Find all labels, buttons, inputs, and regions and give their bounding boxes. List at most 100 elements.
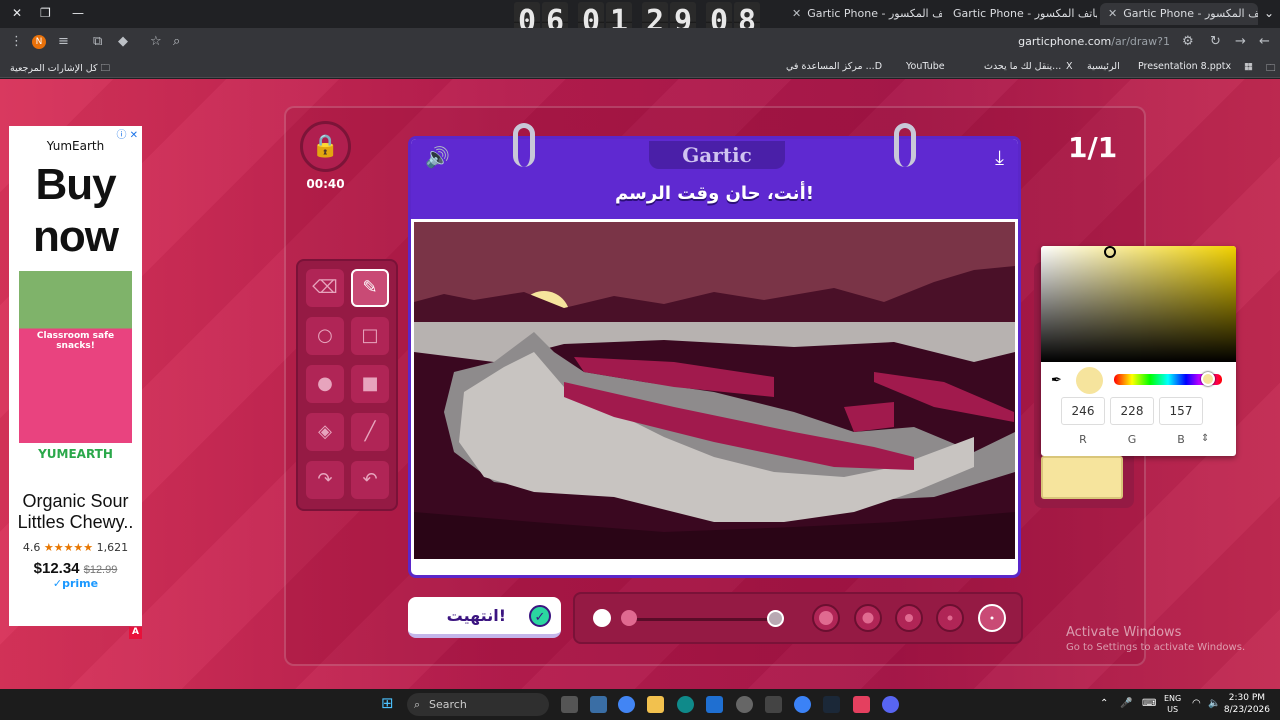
eyedropper-icon[interactable]: ✒ bbox=[1051, 373, 1062, 388]
brush-size-2[interactable] bbox=[854, 604, 882, 632]
back-icon[interactable]: ← bbox=[1259, 34, 1270, 49]
browser-tab-3[interactable]: ✕ Gartic Phone - الهاتف المكسور bbox=[784, 3, 942, 25]
round-counter: 1/1 bbox=[1068, 131, 1118, 164]
bookmark-item[interactable]: ينقل لك ما يحدث... bbox=[984, 61, 1061, 72]
ad-product-brand: YUMEARTH bbox=[19, 443, 132, 465]
ad-info-icon[interactable]: ⓘ ✕ bbox=[116, 126, 138, 141]
microphone-icon[interactable]: 🎤 bbox=[1120, 698, 1132, 709]
language-indicator[interactable]: ENG US bbox=[1164, 693, 1181, 715]
hue-knob[interactable] bbox=[1201, 372, 1215, 386]
windows-start-icon[interactable]: ⊞ bbox=[381, 694, 398, 712]
steam-icon[interactable] bbox=[823, 696, 840, 713]
tab-search-icon[interactable]: ⌄ bbox=[1264, 6, 1274, 20]
app-icon[interactable] bbox=[794, 696, 811, 713]
minimize-window-icon[interactable]: — bbox=[72, 6, 84, 20]
saturation-value-area[interactable] bbox=[1041, 246, 1236, 362]
brush-size-1[interactable] bbox=[812, 604, 840, 632]
zoom-icon[interactable]: ⌕ bbox=[173, 34, 180, 49]
tab-close-icon[interactable]: ✕ bbox=[792, 7, 801, 20]
ad-product-title: Organic Sour Littles Chewy.. bbox=[17, 491, 134, 532]
restore-window-icon[interactable]: ❐ bbox=[40, 6, 51, 20]
opacity-white-dot bbox=[593, 609, 611, 627]
bookmark-folder-icon[interactable]: 🗀 bbox=[1266, 61, 1276, 77]
volume-icon[interactable]: 🔈 bbox=[1208, 698, 1220, 709]
ellipse-filled-tool-icon[interactable]: ● bbox=[306, 365, 344, 403]
undo-icon[interactable]: ↶ bbox=[351, 461, 389, 499]
media-icon[interactable]: ≡ bbox=[58, 34, 69, 49]
browser-tab-2[interactable]: Gartic Phone - الهاتف المكسور bbox=[945, 3, 1097, 25]
done-button[interactable]: انتهيت! ✓ bbox=[408, 597, 561, 638]
tiktok-icon[interactable] bbox=[853, 696, 870, 713]
search-placeholder: Search bbox=[429, 698, 467, 711]
current-color-swatch[interactable] bbox=[1041, 456, 1123, 499]
sidebar-ad[interactable]: ⓘ ✕ YumEarth Buy now Classroom safe snac… bbox=[9, 126, 142, 626]
extension-icon[interactable]: ◆ bbox=[118, 34, 128, 49]
bookmark-item[interactable]: مركز المساعدة في ...D bbox=[786, 61, 882, 72]
red-input[interactable]: 246 bbox=[1061, 397, 1105, 425]
tray-chevron-icon[interactable]: ⌃ bbox=[1100, 698, 1108, 709]
eraser-tool-icon[interactable]: ⌫ bbox=[306, 269, 344, 307]
apps-grid-icon[interactable]: ▦ bbox=[1244, 61, 1253, 72]
extensions-icon[interactable]: ⧉ bbox=[93, 34, 102, 49]
taskbar-search[interactable]: ⌕ Search bbox=[407, 693, 549, 716]
file-explorer-icon[interactable] bbox=[647, 696, 664, 713]
mail-icon[interactable] bbox=[706, 696, 723, 713]
clock[interactable]: 2:30 PM 8/23/2026 bbox=[1224, 692, 1270, 716]
wifi-icon[interactable]: ◠ bbox=[1192, 698, 1201, 709]
region-code: US bbox=[1167, 705, 1179, 714]
rectangle-outline-tool-icon[interactable]: □ bbox=[351, 317, 389, 355]
discord-icon[interactable] bbox=[882, 696, 899, 713]
url-field[interactable]: garticphone.com/ar/draw?1 bbox=[1018, 35, 1170, 48]
rectangle-filled-tool-icon[interactable]: ■ bbox=[351, 365, 389, 403]
bookmark-item[interactable]: Presentation 8.pptx bbox=[1138, 61, 1231, 72]
reload-icon[interactable]: ↻ bbox=[1210, 34, 1221, 49]
pencil-tool-icon[interactable]: ✎ bbox=[351, 269, 389, 307]
settings-icon[interactable] bbox=[765, 696, 782, 713]
done-button-label: انتهيت! bbox=[446, 606, 506, 625]
blue-input[interactable]: 157 bbox=[1159, 397, 1203, 425]
green-input[interactable]: 228 bbox=[1110, 397, 1154, 425]
profile-initial: N bbox=[35, 37, 43, 47]
bookmark-item[interactable]: YouTube bbox=[906, 61, 945, 72]
ad-review-count: 1,621 bbox=[96, 541, 129, 554]
brush-size-4[interactable] bbox=[936, 604, 964, 632]
tab-title: Gartic Phone - الهاتف المكسور bbox=[953, 7, 1097, 20]
store-icon[interactable] bbox=[590, 696, 607, 713]
format-toggle-icon[interactable]: ⇕ bbox=[1201, 433, 1209, 444]
all-bookmarks[interactable]: كل الإشارات المرجعية 🗀 bbox=[10, 61, 110, 77]
speaker-icon[interactable]: 🔊 bbox=[425, 145, 450, 169]
brush-size-5[interactable] bbox=[978, 604, 1006, 632]
ad-choices-icon[interactable]: A bbox=[129, 627, 142, 639]
redo-icon[interactable]: ↷ bbox=[306, 461, 344, 499]
bookmark-item[interactable]: X bbox=[1066, 61, 1073, 72]
fill-bucket-tool-icon[interactable]: ◈ bbox=[306, 413, 344, 451]
profile-avatar[interactable]: N bbox=[32, 35, 46, 49]
drawing-canvas[interactable] bbox=[414, 222, 1015, 559]
bookmark-item[interactable]: الرئيسية bbox=[1087, 61, 1120, 72]
bookmark-star-icon[interactable]: ☆ bbox=[150, 34, 162, 49]
tab-close-icon[interactable]: ✕ bbox=[1108, 7, 1117, 20]
activate-subtitle: Go to Settings to activate Windows. bbox=[1066, 642, 1246, 653]
forward-icon[interactable]: → bbox=[1235, 34, 1246, 49]
chrome-icon[interactable] bbox=[618, 696, 635, 713]
download-icon[interactable]: ⤓ bbox=[995, 145, 1004, 169]
browser-tab-active[interactable]: ✕ Gartic Phone - الهاتف المكسور bbox=[1100, 3, 1258, 25]
brush-size-3[interactable] bbox=[895, 604, 923, 632]
activate-title: Activate Windows bbox=[1066, 625, 1182, 640]
opacity-slider[interactable] bbox=[623, 618, 773, 621]
task-view-icon[interactable] bbox=[561, 696, 578, 713]
line-tool-icon[interactable]: ╱ bbox=[351, 413, 389, 451]
keyboard-icon[interactable]: ⌨ bbox=[1142, 698, 1156, 709]
opacity-slider-knob[interactable] bbox=[621, 610, 637, 626]
close-window-icon[interactable]: ✕ bbox=[12, 6, 22, 20]
app-icon[interactable] bbox=[736, 696, 753, 713]
color-picker[interactable]: ✒ 246 228 157 R G B ⇕ bbox=[1041, 246, 1236, 456]
saturation-knob[interactable] bbox=[1104, 246, 1116, 258]
lock-icon: 🔒 bbox=[300, 121, 351, 172]
binder-ring bbox=[513, 123, 535, 167]
url-host: garticphone.com bbox=[1018, 35, 1112, 48]
ellipse-outline-tool-icon[interactable]: ○ bbox=[306, 317, 344, 355]
menu-dots-icon[interactable]: ⋮ bbox=[10, 34, 23, 49]
site-settings-icon[interactable]: ⚙ bbox=[1182, 34, 1194, 49]
edge-icon[interactable] bbox=[677, 696, 694, 713]
